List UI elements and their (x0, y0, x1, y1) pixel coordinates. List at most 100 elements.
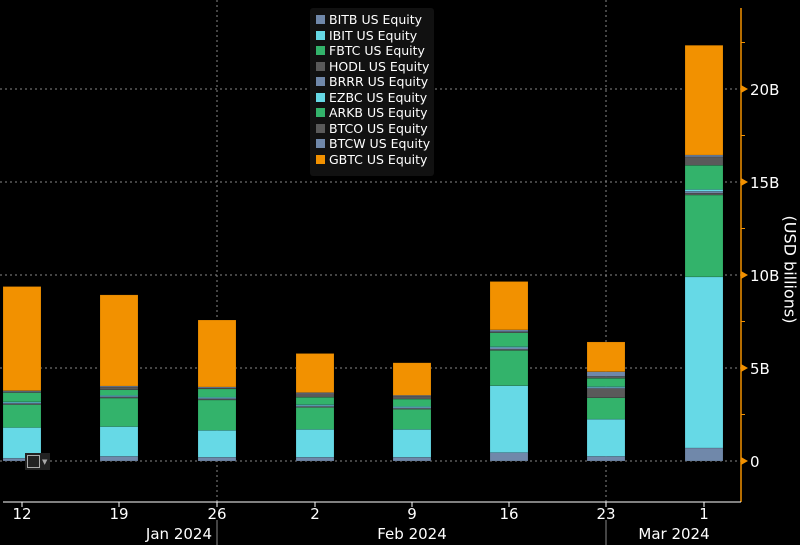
x-tick-label: 9 (407, 505, 417, 523)
month-label: Feb 2024 (377, 525, 447, 543)
caret-down-icon: ▼ (42, 458, 48, 466)
legend-swatch (316, 108, 325, 118)
bar-segment-gbtc (99, 294, 139, 387)
bar-segment-bitb (586, 456, 626, 462)
legend-label: BRRR US Equity (329, 74, 429, 90)
legend-item: BITB US Equity (316, 12, 434, 28)
bar-segment-bitb (684, 447, 724, 462)
month-label: Mar 2024 (638, 525, 709, 543)
bar-segment-fbtc (99, 397, 139, 427)
bar-segment-arkb (586, 377, 626, 387)
bar-segment-gbtc (392, 362, 432, 396)
bar-segment-gbtc (2, 286, 42, 391)
legend-label: BITB US Equity (329, 12, 423, 28)
bar-segment-btco (295, 393, 335, 398)
bar-segment-hodl (586, 388, 626, 399)
legend-swatch (316, 154, 325, 164)
bar-segment-arkb (392, 398, 432, 407)
bar-segment-gbtc (489, 281, 529, 331)
legend-swatch (316, 15, 325, 25)
bar-segment-gbtc (684, 45, 724, 156)
legend-label: FBTC US Equity (329, 43, 425, 59)
legend-label: BTCW US Equity (329, 136, 431, 152)
bar-segment-arkb (489, 332, 529, 347)
bar-segment-fbtc (586, 397, 626, 420)
bar-segment-btco (684, 156, 724, 166)
bar-segment-fbtc (392, 408, 432, 430)
y-tick-label: 5B (750, 360, 770, 378)
legend-item: GBTC US Equity (316, 152, 434, 168)
legend-label: EZBC US Equity (329, 89, 428, 105)
bar-segment-fbtc (197, 399, 237, 431)
y-tick (741, 85, 748, 93)
bar-segment-btcw (586, 371, 626, 377)
bar-segment-gbtc (295, 353, 335, 393)
x-tick-label: 1 (699, 505, 709, 523)
bar-segment-btcw (684, 154, 724, 158)
legend-swatch (316, 30, 325, 40)
bar-segment-ibit (392, 429, 432, 458)
x-tick-label: 23 (596, 505, 615, 523)
legend-item: HODL US Equity (316, 59, 434, 75)
bar-segment-bitb (99, 456, 139, 462)
y-tick-label: 10B (750, 267, 779, 285)
bar-segment-btco (586, 376, 626, 379)
bar-segment-arkb (295, 396, 335, 405)
legend-swatch (316, 46, 325, 56)
bar-segment-btcw (489, 329, 529, 332)
bar-segment-bitb (489, 452, 529, 462)
bar-segment-arkb (197, 388, 237, 398)
legend-swatch (316, 61, 325, 71)
legend-item: EZBC US Equity (316, 90, 434, 106)
bar-segment-btco (99, 386, 139, 391)
x-tick-label: 2 (310, 505, 320, 523)
bar-segment-gbtc (586, 341, 626, 372)
bar-segment-btco (392, 396, 432, 400)
y-tick-label: 0 (750, 453, 760, 471)
legend-label: BTCO US Equity (329, 120, 428, 136)
bar-segment-brrr (684, 191, 724, 194)
bar-segment-fbtc (2, 404, 42, 428)
legend-label: GBTC US Equity (329, 151, 428, 167)
bar-segment-ibit (684, 276, 724, 449)
legend-swatch (316, 139, 325, 149)
y-tick-label: 15B (750, 174, 779, 192)
bar-segment-ibit (586, 418, 626, 457)
legend-item: ARKB US Equity (316, 105, 434, 121)
bar-segment-arkb (2, 392, 42, 403)
x-tick-label: 26 (207, 505, 226, 523)
legend-label: HODL US Equity (329, 58, 430, 74)
bar-segment-ibit (489, 385, 529, 453)
legend-item: FBTC US Equity (316, 43, 434, 59)
chart-widget-button[interactable]: ▼ (25, 453, 50, 470)
legend-item: IBIT US Equity (316, 28, 434, 44)
bar-segment-ibit (197, 430, 237, 458)
y-tick (741, 271, 748, 279)
legend-item: BTCO US Equity (316, 121, 434, 137)
legend-label: IBIT US Equity (329, 27, 418, 43)
bar-segment-ezbc (684, 189, 724, 192)
y-tick (741, 364, 748, 372)
month-label: Jan 2024 (145, 525, 212, 543)
bar-segment-arkb (684, 165, 724, 190)
bar-segment-fbtc (489, 350, 529, 386)
legend-swatch (316, 77, 325, 87)
line-chart-icon (27, 455, 40, 468)
y-tick (741, 457, 748, 465)
legend-swatch (316, 92, 325, 102)
y-tick-label: 20B (750, 81, 779, 99)
bar-segment-bitb (197, 457, 237, 462)
bar-segment-hodl (684, 192, 724, 196)
legend-label: ARKB US Equity (329, 105, 428, 121)
y-tick (741, 178, 748, 186)
bar-segment-fbtc (684, 194, 724, 278)
legend-swatch (316, 123, 325, 133)
y-axis-title: (USD billions) (780, 215, 800, 324)
bar-segment-ibit (295, 429, 335, 458)
legend: BITB US Equity IBIT US Equity FBTC US Equi… (310, 8, 434, 176)
bar-segment-arkb (99, 389, 139, 396)
x-tick-label: 19 (109, 505, 128, 523)
bar-segment-bitb (295, 457, 335, 462)
bar-segment-gbtc (197, 319, 237, 388)
x-tick-label: 16 (499, 505, 518, 523)
